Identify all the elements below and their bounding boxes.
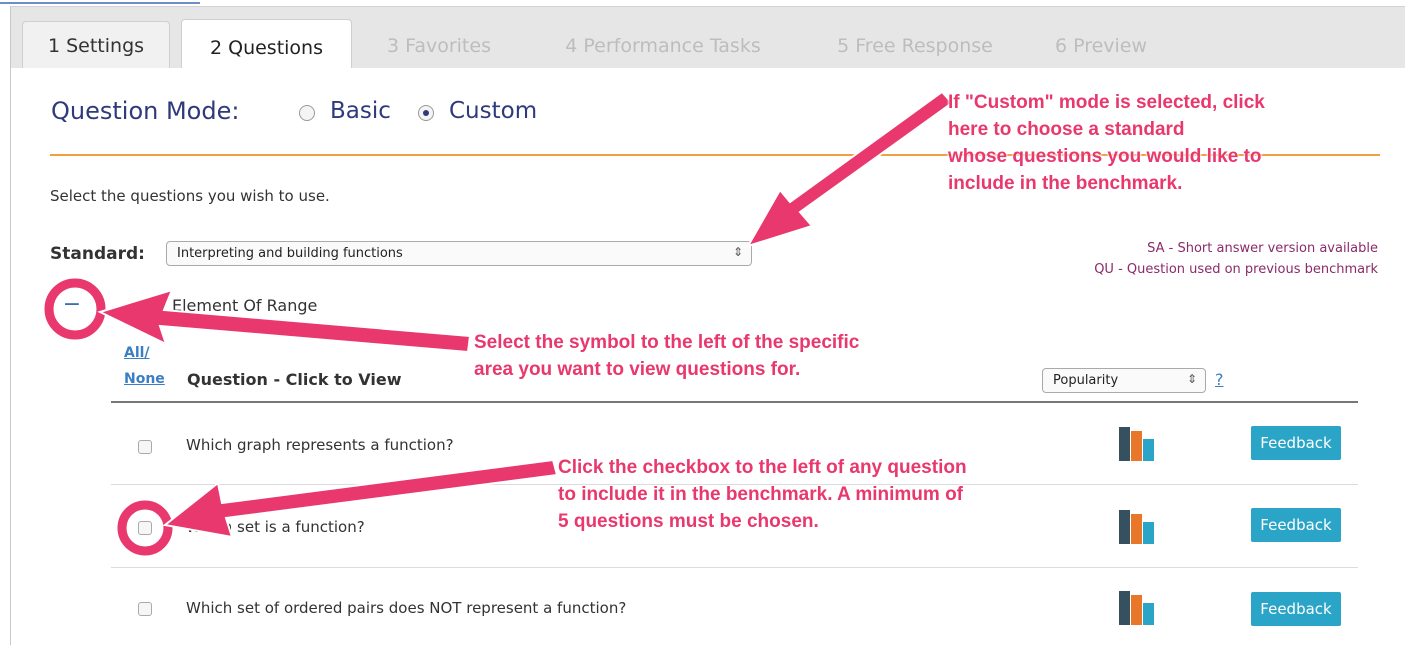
question-link[interactable]: Which set is a function? <box>186 518 365 536</box>
feedback-button[interactable]: Feedback <box>1251 426 1341 460</box>
question-checkbox[interactable] <box>138 602 152 616</box>
basic-radio-label[interactable]: Basic <box>330 98 391 124</box>
basic-radio[interactable] <box>299 105 315 121</box>
note-line: here to choose a standard <box>948 119 1185 140</box>
feedback-button[interactable]: Feedback <box>1251 592 1341 626</box>
note-line: Select the symbol to the left of the spe… <box>474 332 860 353</box>
checkbox-note: Click the checkbox to the left of any qu… <box>558 454 967 535</box>
note-line: If "Custom" mode is selected, click <box>948 92 1265 113</box>
legend-qu: QU - Question used on previous benchmark <box>1094 262 1378 277</box>
instructions-text: Select the questions you wish to use. <box>50 187 330 205</box>
question-mode-title: Question Mode: <box>51 97 240 125</box>
select-none-link[interactable]: None <box>124 371 165 387</box>
bar-chart-icon[interactable] <box>1118 425 1158 461</box>
note-line: Click the checkbox to the left of any qu… <box>558 457 967 478</box>
note-line: to include it in the benchmark. A minimu… <box>558 484 964 505</box>
category-title[interactable]: Element Of Range <box>172 296 317 315</box>
feedback-button[interactable]: Feedback <box>1251 508 1341 542</box>
bar-chart-icon[interactable] <box>1118 589 1158 625</box>
custom-mode-note: If "Custom" mode is selected, click here… <box>948 89 1265 197</box>
note-line: area you want to view questions for. <box>474 359 801 380</box>
note-line: 5 questions must be chosen. <box>558 511 819 532</box>
legend-sa: SA - Short answer version available <box>1147 241 1378 256</box>
select-all-link[interactable]: All/ <box>124 345 150 361</box>
updown-arrow-icon: ⇕ <box>732 245 743 259</box>
symbol-note: Select the symbol to the left of the spe… <box>474 329 859 383</box>
top-link-underline <box>0 0 200 4</box>
question-link[interactable]: Which graph represents a function? <box>186 436 454 454</box>
standard-label: Standard: <box>50 244 145 264</box>
sort-select-value: Popularity <box>1053 373 1119 388</box>
note-line: whose questions you would like to <box>948 146 1262 167</box>
question-checkbox[interactable] <box>138 521 152 535</box>
table-row: Which set of ordered pairs does NOT repr… <box>111 569 1358 645</box>
question-column-header: Question - Click to View <box>187 370 402 389</box>
question-link[interactable]: Which set of ordered pairs does NOT repr… <box>186 599 626 617</box>
updown-arrow-icon: ⇕ <box>1186 372 1197 386</box>
bar-chart-icon[interactable] <box>1118 508 1158 544</box>
standard-select[interactable]: Interpreting and building functions ⇕ <box>166 241 752 266</box>
collapse-toggle-icon[interactable]: − <box>60 294 84 319</box>
note-line: include in the benchmark. <box>948 173 1183 194</box>
standard-select-value: Interpreting and building functions <box>177 246 403 261</box>
custom-radio-label[interactable]: Custom <box>449 98 537 124</box>
question-checkbox[interactable] <box>138 440 152 454</box>
custom-radio[interactable] <box>418 105 434 121</box>
sort-select[interactable]: Popularity ⇕ <box>1042 368 1206 393</box>
help-link[interactable]: ? <box>1215 370 1224 389</box>
